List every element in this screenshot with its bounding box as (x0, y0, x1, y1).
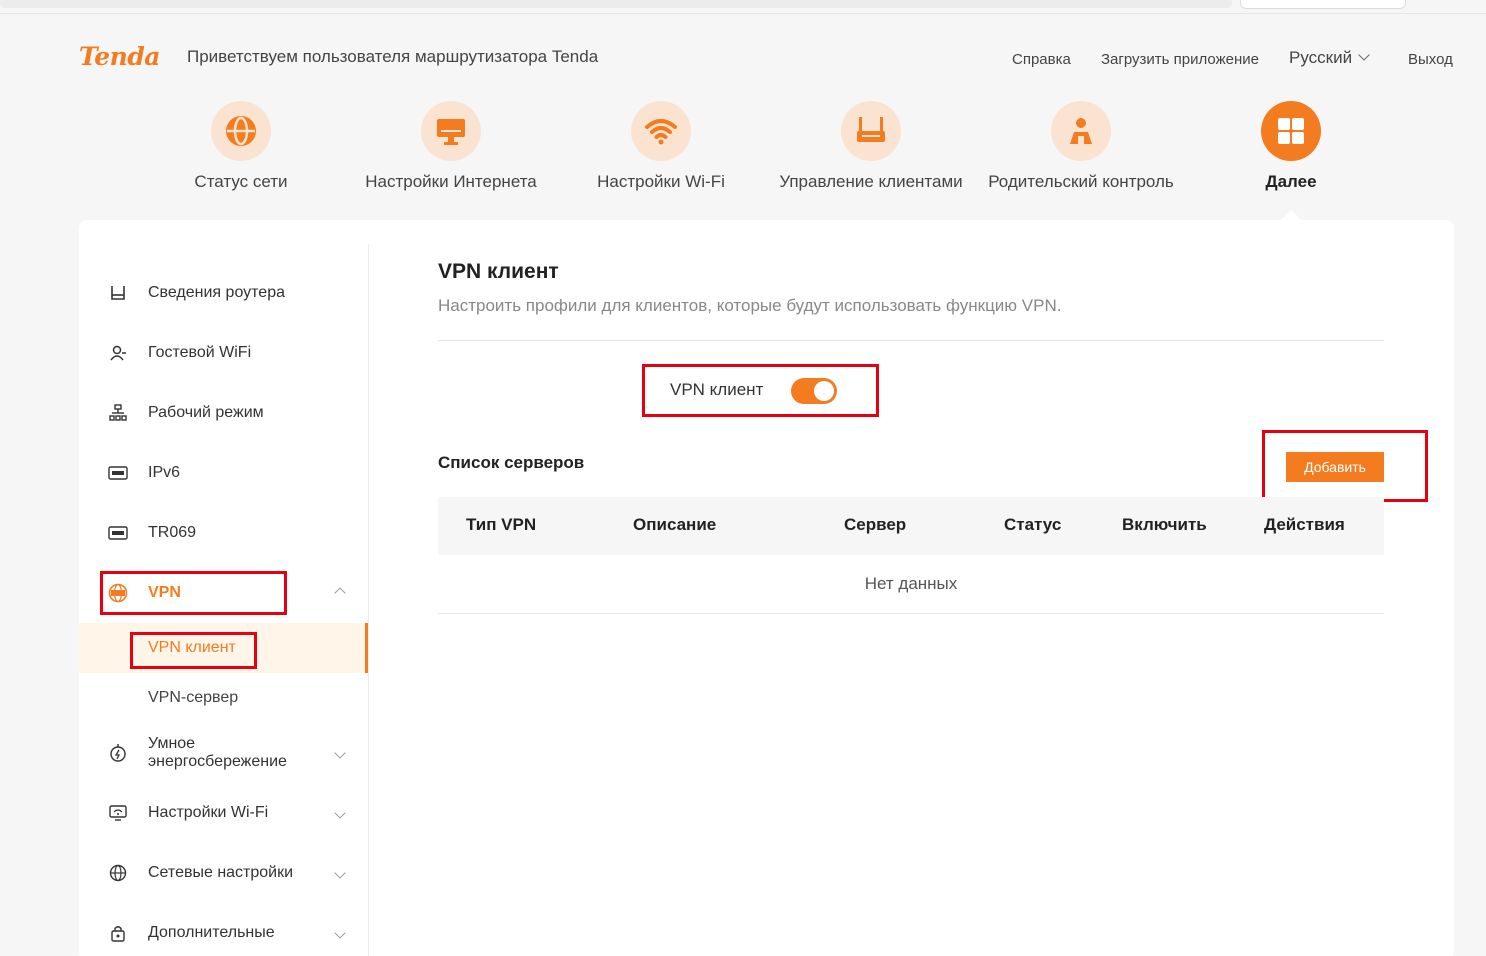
sidebar-item-wifi-settings[interactable]: Настройки Wi-Fi (79, 793, 368, 833)
sidebar-item-label: VPN-сервер (148, 689, 239, 706)
sidebar-item-network-settings[interactable]: Сетевые настройки (79, 853, 368, 893)
logout-link[interactable]: Выход (1408, 51, 1453, 68)
card-notch (1281, 210, 1301, 220)
tr069-icon (108, 523, 128, 543)
sidebar-item-label: Сетевые настройки (148, 864, 294, 881)
language-label: Русский (1289, 48, 1353, 67)
address-bar[interactable] (0, 0, 1232, 8)
energy-saving-icon (108, 743, 128, 763)
sidebar-item-ipv6[interactable]: IPv6 (79, 453, 368, 493)
nav-more-label[interactable]: Далее (1181, 172, 1401, 192)
column-header: Статус (1004, 515, 1062, 534)
column-header: Действия (1264, 515, 1345, 534)
browser-extension-box[interactable] (1240, 0, 1406, 9)
nav-network-status-label[interactable]: Статус сети (131, 172, 351, 192)
sidebar-item-advanced[interactable]: Дополнительные (79, 913, 368, 953)
sidebar-item-work-mode[interactable]: Рабочий режим (79, 393, 368, 433)
table-empty-row: Нет данных (438, 555, 1384, 614)
sidebar-item-label: TR069 (148, 524, 197, 541)
nav-network-status[interactable] (211, 101, 271, 161)
highlight-vpn-client-menu (130, 632, 257, 669)
tenda-logo: Tenda (79, 42, 161, 71)
chevron-down-icon (334, 747, 346, 759)
nav-parental-control[interactable] (1051, 101, 1111, 161)
header: Tenda Приветствуем пользователя маршрути… (0, 30, 1486, 86)
topology-icon (108, 403, 128, 423)
empty-text: Нет данных (864, 574, 958, 593)
router-info-icon (108, 283, 128, 303)
chevron-up-icon (334, 587, 346, 599)
sidebar-item-label: Гостевой WiFi (148, 344, 252, 361)
nav-parental-control-label[interactable]: Родительский контроль (971, 172, 1191, 192)
download-app-link[interactable]: Загрузить приложение (1101, 51, 1259, 68)
browser-top-strip (0, 0, 1486, 14)
add-button[interactable]: Добавить (1286, 452, 1384, 482)
grid-icon (1278, 118, 1304, 144)
sidebar-item-label: Умное энергосбережение (148, 735, 287, 770)
server-table-header: Тип VPN Описание Сервер Статус Включить … (438, 497, 1384, 555)
sidebar-item-label: IPv6 (148, 464, 181, 481)
chevron-down-icon (334, 867, 346, 879)
sidebar-item-router-info[interactable]: Сведения роутера (79, 273, 368, 313)
chevron-down-icon (334, 927, 346, 939)
column-header: Сервер (844, 515, 907, 534)
nav-wifi-settings[interactable] (631, 101, 691, 161)
server-list-title: Список серверов (438, 453, 585, 472)
parental-icon (1070, 118, 1092, 144)
globe-icon (226, 116, 256, 146)
wifi-settings-icon (108, 803, 128, 823)
column-header: Описание (633, 515, 717, 534)
sidebar-divider (368, 244, 369, 956)
column-header: Тип VPN (466, 515, 537, 534)
welcome-text: Приветствуем пользователя маршрутизатора… (187, 47, 599, 66)
vpn-client-toggle-label: VPN клиент (670, 380, 764, 399)
sidebar-item-tr069[interactable]: TR069 (79, 513, 368, 553)
nav-internet-settings-label[interactable]: Настройки Интернета (341, 172, 561, 192)
page-title: VPN клиент (438, 260, 559, 283)
sidebar-item-guest-wifi[interactable]: Гостевой WiFi (79, 333, 368, 373)
monitor-icon (437, 119, 465, 145)
highlight-vpn-menu (100, 571, 287, 615)
help-link[interactable]: Справка (1012, 51, 1071, 68)
toggle-knob (814, 381, 834, 401)
vpn-client-toggle[interactable] (791, 378, 837, 404)
page-description: Настроить профили для клиентов, которые … (438, 296, 1062, 315)
sidebar-item-label: Настройки Wi-Fi (148, 804, 269, 821)
nav-internet-settings[interactable] (421, 101, 481, 161)
router-icon (857, 117, 885, 142)
title-divider (438, 340, 1384, 341)
nav-wifi-settings-label[interactable]: Настройки Wi-Fi (551, 172, 771, 192)
chevron-down-icon (1358, 49, 1370, 61)
guest-user-icon (108, 343, 128, 363)
wifi-icon (645, 119, 677, 145)
ipv6-icon (108, 463, 128, 483)
sidebar-item-energy-saving[interactable]: Умное энергосбережение (79, 733, 368, 773)
sidebar-subitem-vpn-server[interactable]: VPN-сервер (79, 673, 368, 723)
nav-more[interactable] (1261, 101, 1321, 161)
column-header: Включить (1122, 515, 1207, 534)
lock-icon (108, 923, 128, 943)
nav-client-management-label[interactable]: Управление клиентами (761, 172, 981, 192)
network-globe-icon (108, 863, 128, 883)
sidebar-item-label: Сведения роутера (148, 284, 285, 301)
nav-client-management[interactable] (841, 101, 901, 161)
language-select[interactable]: Русский (1289, 48, 1370, 68)
chevron-down-icon (334, 807, 346, 819)
sidebar-item-label: Рабочий режим (148, 404, 264, 421)
sidebar-item-label: Дополнительные (148, 924, 275, 941)
